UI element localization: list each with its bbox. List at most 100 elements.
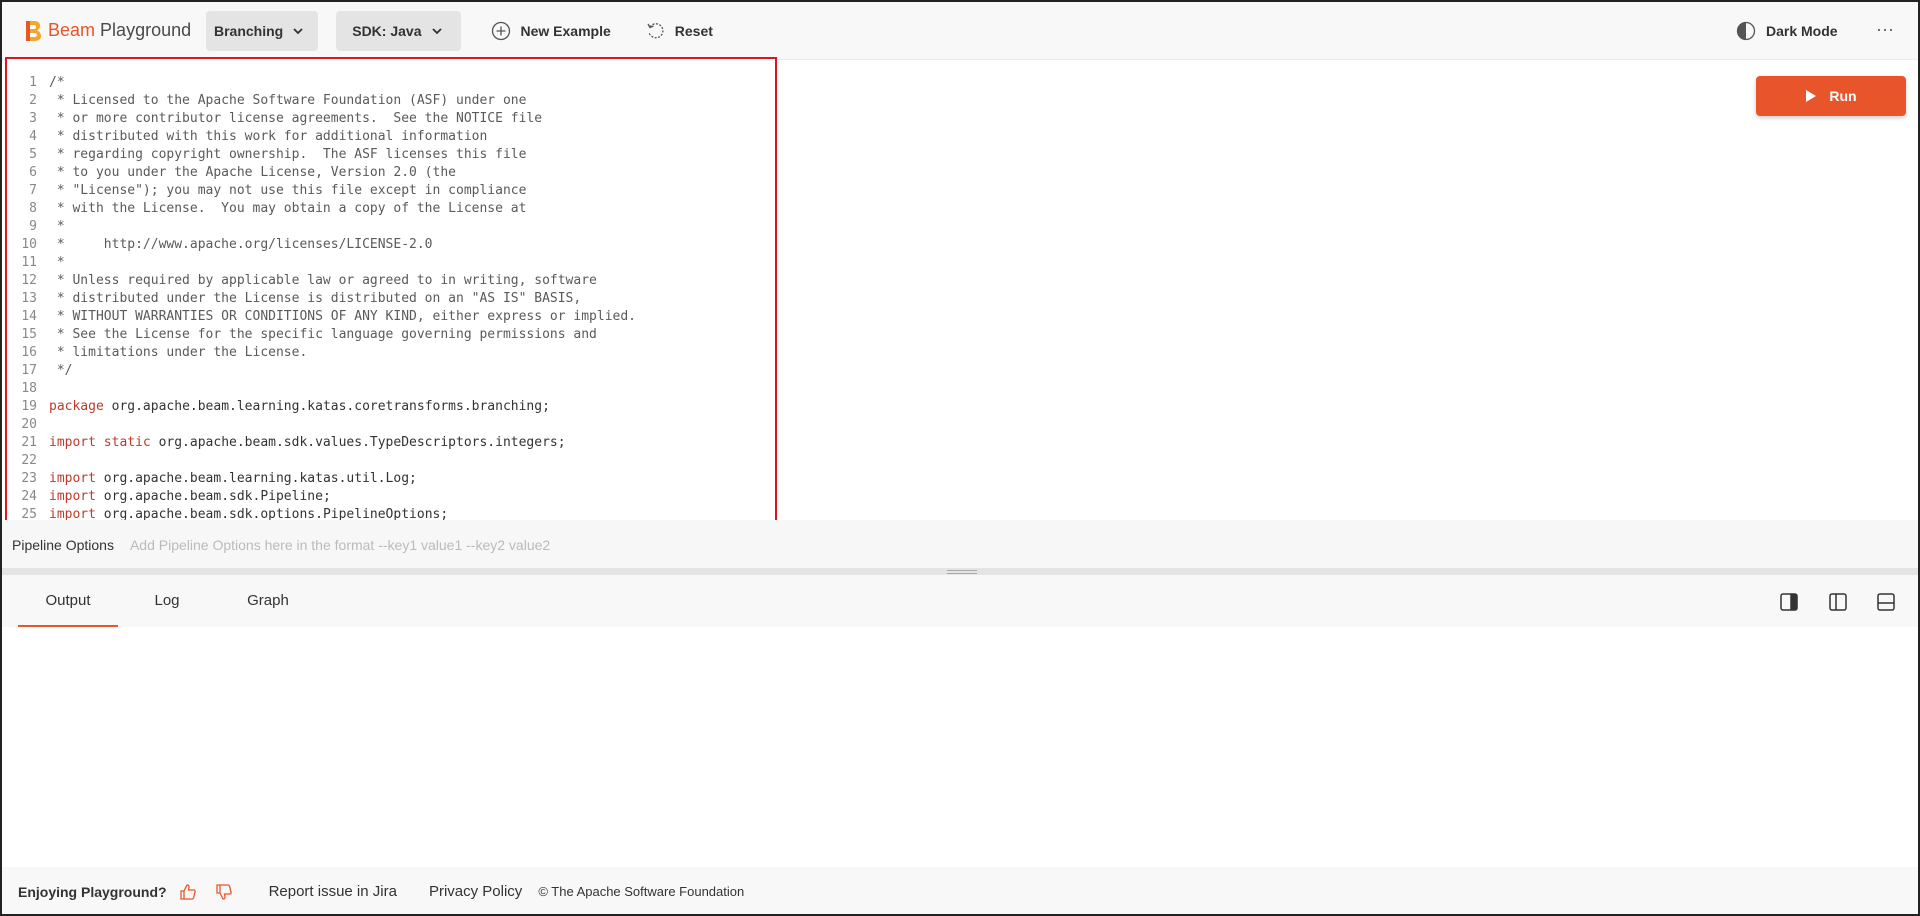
code-line: 10 * http://www.apache.org/licenses/LICE… (7, 236, 767, 254)
header-bar: Beam Playground Branching SDK: Java New … (2, 2, 1918, 60)
code-editor[interactable]: 1 /* 2 * Licensed to the Apache Software F… (5, 57, 777, 547)
code-line: 2 * Licensed to the Apache Software Foun… (7, 92, 767, 110)
beam-logo[interactable]: Beam Playground (24, 19, 192, 43)
line-number: 18 (21, 381, 37, 396)
new-example-label: New Example (520, 22, 611, 39)
code-text: * distributed under the License is distr… (49, 290, 581, 308)
code-statement: org.apache.beam.learning.katas.util.Log; (95, 471, 417, 486)
output-panel (2, 627, 1918, 867)
code-statement: org.apache.beam.learning.katas.coretrans… (103, 399, 550, 414)
layout-bottom-panel-icon[interactable] (1876, 592, 1896, 612)
output-tabs-bar: Output Log Graph (2, 575, 1918, 627)
dark-mode-toggle[interactable]: Dark Mode (1736, 21, 1838, 41)
plus-circle-icon (491, 21, 510, 40)
report-issue-link[interactable]: Report issue in Jira (269, 883, 397, 900)
playground-window: Beam Playground Branching SDK: Java New … (0, 0, 1920, 916)
pipeline-options-input[interactable] (129, 537, 930, 553)
code-text: * to you under the Apache License, Versi… (49, 164, 456, 182)
code-text: * http://www.apache.org/licenses/LICENSE… (49, 236, 433, 254)
code-line: 11 * (7, 254, 767, 272)
line-number: 17 (21, 363, 37, 378)
code-statement: org.apache.beam.sdk.Pipeline; (95, 489, 331, 504)
code-comment: * distributed under the License is distr… (49, 291, 582, 306)
run-label: Run (1829, 88, 1857, 104)
logo-product: Playground (100, 20, 192, 40)
code-comment: * See the License for the specific langu… (49, 327, 597, 342)
code-comment: * with the License. You may obtain a cop… (49, 201, 527, 216)
code-line: 17 */ (7, 362, 767, 380)
code-text: * WITHOUT WARRANTIES OR CONDITIONS OF AN… (49, 308, 636, 326)
code-text: * limitations under the License. (49, 344, 307, 362)
layout-right-panel-icon[interactable] (1779, 592, 1799, 612)
line-number: 5 (29, 147, 37, 162)
code-comment: * "License"); you may not use this file … (49, 183, 527, 198)
code-statement: org.apache.beam.sdk.values.TypeDescripto… (150, 435, 566, 450)
code-text: * distributed with this work for additio… (49, 128, 487, 146)
line-number: 3 (29, 111, 37, 126)
line-number: 20 (21, 417, 37, 432)
reset-button[interactable]: Reset (645, 21, 713, 41)
logo-brand: Beam (48, 20, 96, 40)
code-line: 14 * WITHOUT WARRANTIES OR CONDITIONS OF… (7, 308, 767, 326)
code-comment: * Unless required by applicable law or a… (49, 273, 597, 288)
code-line: 12 * Unless required by applicable law o… (7, 272, 767, 290)
run-button[interactable]: Run (1756, 76, 1906, 116)
code-comment: * distributed with this work for additio… (49, 129, 488, 144)
code-text: */ (49, 362, 73, 380)
sdk-dropdown[interactable]: SDK: Java (336, 10, 461, 51)
code-line: 22 (7, 452, 767, 470)
thumbs-down-icon[interactable] (215, 883, 233, 901)
code-comment: * http://www.apache.org/licenses/LICENSE… (49, 237, 433, 252)
code-line: 23 import org.apache.beam.learning.katas.… (7, 470, 767, 488)
code-line: 3 * or more contributor license agreemen… (7, 110, 767, 128)
line-number: 1 (29, 75, 37, 90)
tab-output[interactable]: Output (18, 575, 118, 627)
line-number: 8 (29, 201, 37, 216)
line-number: 2 (29, 93, 37, 108)
line-number: 6 (29, 165, 37, 180)
code-line: 24 import org.apache.beam.sdk.Pipeline; (7, 488, 767, 506)
code-text: * Licensed to the Apache Software Founda… (49, 92, 527, 110)
line-number: 13 (21, 291, 37, 306)
pipeline-options-bar: Pipeline Options (2, 520, 1918, 570)
line-number: 15 (21, 327, 37, 342)
code-text: * with the License. You may obtain a cop… (49, 200, 527, 218)
resize-handle[interactable] (947, 570, 977, 574)
code-comment: * to you under the Apache License, Versi… (49, 165, 456, 180)
thumbs-up-icon[interactable] (179, 883, 197, 901)
more-options-icon[interactable]: ⋯ (1876, 20, 1896, 40)
code-line: 4 * distributed with this work for addit… (7, 128, 767, 146)
play-icon (1806, 90, 1817, 102)
line-number: 21 (21, 435, 37, 450)
code-line: 7 * "License"); you may not use this fil… (7, 182, 767, 200)
new-example-button[interactable]: New Example (491, 21, 611, 41)
code-line: 16 * limitations under the License. (7, 344, 767, 362)
example-dropdown[interactable]: Branching (206, 10, 319, 51)
tab-log[interactable]: Log (142, 575, 192, 627)
code-line: 21 import static org.apache.beam.sdk.valu… (7, 434, 767, 452)
example-dropdown-label: Branching (214, 22, 284, 39)
code-comment: * (49, 255, 65, 270)
code-comment: * or more contributor license agreements… (49, 111, 543, 126)
enjoying-label: Enjoying Playground? (18, 883, 167, 900)
reset-icon (647, 22, 664, 38)
code-text: * or more contributor license agreements… (49, 110, 542, 128)
code-text: import static org.apache.beam.sdk.values… (49, 434, 566, 452)
code-line: 19 package org.apache.beam.learning.katas… (7, 398, 767, 416)
code-text: * (49, 254, 65, 272)
code-comment: * regarding copyright ownership. The ASF… (49, 147, 527, 162)
code-comment: * Licensed to the Apache Software Founda… (49, 93, 527, 108)
code-keyword: package (49, 399, 104, 414)
privacy-policy-link[interactable]: Privacy Policy (429, 883, 522, 900)
code-line: 15 * See the License for the specific la… (7, 326, 767, 344)
footer-bar: Enjoying Playground? Report issue in Jir… (2, 867, 1918, 914)
code-line: 6 * to you under the Apache License, Ver… (7, 164, 767, 182)
thumbs-up-glyph (179, 883, 196, 900)
sdk-dropdown-label: SDK: Java (352, 22, 422, 39)
layout-left-panel-icon[interactable] (1828, 592, 1848, 612)
copyright-text: © The Apache Software Foundation (538, 884, 745, 899)
line-number: 4 (29, 129, 37, 144)
tab-graph[interactable]: Graph (240, 575, 296, 627)
line-number: 19 (21, 399, 37, 414)
code-comment: * limitations under the License. (49, 345, 308, 360)
